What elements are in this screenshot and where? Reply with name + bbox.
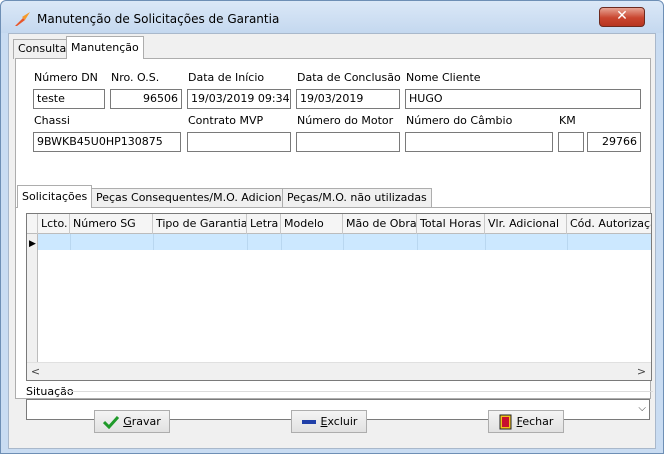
- data-inicio-label: Data de Início: [188, 71, 265, 84]
- data-inicio-field[interactable]: 19/03/2019 09:34:0: [187, 89, 291, 109]
- column-header-letra[interactable]: Letra: [247, 214, 281, 234]
- cell-divider: [70, 234, 71, 250]
- gravar-label: Gravar: [123, 415, 161, 428]
- contrato-mvp-field[interactable]: [187, 132, 291, 152]
- column-header-vlr-adicional[interactable]: Vlr. Adicional: [485, 214, 567, 234]
- nro-os-label: Nro. O.S.: [111, 71, 160, 84]
- current-row-arrow-icon: ▶: [29, 239, 36, 249]
- chassi-label: Chassi: [34, 114, 70, 127]
- window-title: Manutenção de Solicitações de Garantia: [37, 12, 280, 26]
- cell-divider: [153, 234, 154, 250]
- tab-solicitacoes[interactable]: Solicitações: [17, 185, 93, 208]
- tab-manutencao[interactable]: Manutenção: [66, 36, 144, 59]
- excluir-button[interactable]: Excluir: [291, 410, 367, 433]
- gravar-button[interactable]: Gravar: [94, 410, 170, 433]
- column-header-total-horas[interactable]: Total Horas: [417, 214, 485, 234]
- tab-pecas-consequentes[interactable]: Peças Consequentes/M.O. Adicional: [91, 188, 297, 207]
- grid-corner: [27, 214, 38, 234]
- exit-door-icon: [499, 414, 512, 429]
- solicitacoes-panel: Lcto. Número SG Tipo de Garantia Letra M…: [16, 207, 652, 398]
- fechar-label: Fechar: [516, 415, 554, 428]
- cell-divider: [343, 234, 344, 250]
- km-prefix-field[interactable]: [558, 132, 584, 152]
- cell-divider: [281, 234, 282, 250]
- manutencao-panel: Número DN teste Nro. O.S. 96506 Data de …: [15, 58, 653, 420]
- chevron-down-icon[interactable]: ⌵: [638, 403, 646, 414]
- check-icon: [103, 415, 120, 429]
- solicitacoes-grid[interactable]: Lcto. Número SG Tipo de Garantia Letra M…: [26, 213, 652, 381]
- client-area: Consulta Manutenção Número DN teste Nro.…: [8, 33, 656, 449]
- numero-dn-label: Número DN: [34, 71, 98, 84]
- close-button[interactable]: ✕: [599, 7, 645, 27]
- cell-divider: [485, 234, 486, 250]
- numero-cambio-label: Número do Câmbio: [406, 114, 513, 127]
- table-row[interactable]: [38, 234, 651, 250]
- title-bar[interactable]: Manutenção de Solicitações de Garantia ✕: [1, 1, 663, 33]
- app-window: Manutenção de Solicitações de Garantia ✕…: [0, 0, 664, 454]
- numero-dn-field[interactable]: teste: [33, 89, 105, 109]
- group-divider: [65, 391, 653, 392]
- minus-icon: [301, 419, 316, 424]
- numero-cambio-field[interactable]: [405, 132, 553, 152]
- scroll-left-icon[interactable]: <: [27, 363, 44, 380]
- cell-divider: [247, 234, 248, 250]
- chassi-field[interactable]: 9BWKB45U0HP130875: [33, 132, 181, 152]
- cell-divider: [567, 234, 568, 250]
- horizontal-scrollbar[interactable]: < >: [27, 362, 651, 380]
- tab-pecas-nao-utilizadas[interactable]: Peças/M.O. não utilizadas: [282, 188, 432, 207]
- column-header-modelo[interactable]: Modelo: [281, 214, 343, 234]
- scroll-right-icon[interactable]: >: [633, 363, 650, 380]
- cell-divider: [417, 234, 418, 250]
- column-header-lcto[interactable]: Lcto.: [38, 214, 70, 234]
- nro-os-field[interactable]: 96506: [110, 89, 182, 109]
- numero-motor-label: Número do Motor: [297, 114, 394, 127]
- data-conclusao-label: Data de Conclusão: [297, 71, 401, 84]
- data-conclusao-field[interactable]: 19/03/2019: [296, 89, 400, 109]
- column-header-cod-autorizacao[interactable]: Cód. Autorizaçã: [567, 214, 651, 234]
- contrato-mvp-label: Contrato MVP: [188, 114, 264, 127]
- tab-consulta[interactable]: Consulta: [13, 39, 72, 59]
- app-logo-icon: [15, 12, 30, 26]
- row-indicator-column: ▶: [27, 234, 38, 362]
- nome-cliente-label: Nome Cliente: [406, 71, 481, 84]
- column-header-mao-de-obra[interactable]: Mão de Obra: [343, 214, 417, 234]
- km-label: KM: [559, 114, 576, 127]
- excluir-label: Excluir: [320, 415, 358, 428]
- column-header-tipo-garantia[interactable]: Tipo de Garantia: [153, 214, 247, 234]
- close-icon: ✕: [616, 8, 628, 24]
- km-field[interactable]: 29766: [587, 132, 641, 152]
- fechar-button[interactable]: Fechar: [488, 410, 564, 433]
- grid-header: Lcto. Número SG Tipo de Garantia Letra M…: [27, 214, 651, 234]
- nome-cliente-field[interactable]: HUGO: [405, 89, 641, 109]
- column-header-numero-sg[interactable]: Número SG: [70, 214, 153, 234]
- numero-motor-field[interactable]: [296, 132, 400, 152]
